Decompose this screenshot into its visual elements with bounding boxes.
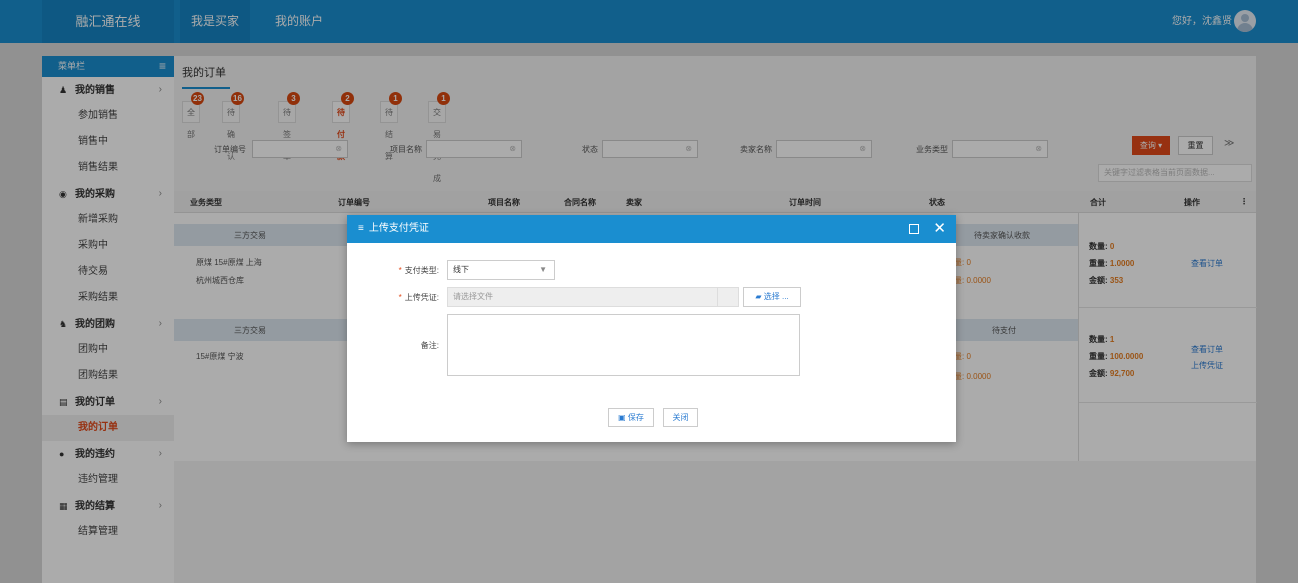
dropdown-arrow-icon: ▼ — [539, 265, 547, 274]
note-textarea[interactable] — [447, 314, 800, 376]
voucher-placeholder: 请选择文件 — [453, 292, 493, 301]
pay-type-value: 线下 — [453, 265, 469, 274]
voucher-label-text: 上传凭证: — [404, 293, 439, 302]
upload-icon: ≡ — [358, 223, 364, 234]
pay-type-select[interactable]: 线下 ▼ — [447, 260, 555, 280]
close-button[interactable]: 关闭 — [663, 408, 698, 427]
save-label: 保存 — [627, 413, 644, 422]
maximize-icon[interactable] — [909, 224, 919, 234]
close-icon[interactable]: ✕ — [933, 215, 946, 243]
save-icon: ▣ — [618, 413, 626, 422]
voucher-label: * 上传凭证: — [398, 293, 439, 302]
input-divider — [717, 288, 718, 306]
pay-type-label: * 支付类型: — [398, 266, 439, 275]
note-label: 备注: — [420, 341, 439, 350]
pay-type-label-text: 支付类型: — [404, 266, 439, 275]
choose-file-button[interactable]: ▰ 选择 ... — [743, 287, 801, 307]
dialog-header: ≡ 上传支付凭证 ✕ — [347, 215, 956, 243]
save-button[interactable]: ▣ 保存 — [608, 408, 654, 427]
folder-icon: ▰ — [755, 292, 762, 301]
choose-label: 选择 ... — [763, 292, 789, 301]
dialog-title: 上传支付凭证 — [368, 223, 429, 234]
voucher-file-input[interactable]: 请选择文件 — [447, 287, 739, 307]
upload-payment-dialog: ≡ 上传支付凭证 ✕ * 支付类型: 线下 ▼ * 上传凭证: 请选择文件 ▰ 选择 .… — [347, 215, 956, 442]
